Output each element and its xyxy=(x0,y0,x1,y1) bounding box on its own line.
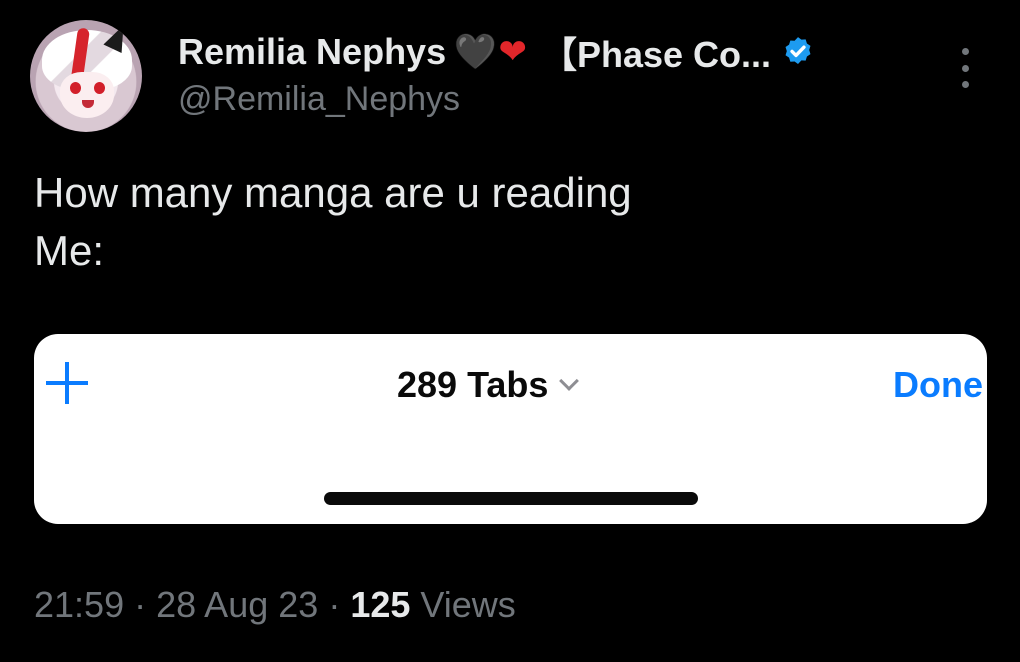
avatar[interactable] xyxy=(30,20,142,132)
tweet-line-1: How many manga are u reading xyxy=(34,169,632,216)
embedded-screenshot[interactable]: 289 Tabs Done xyxy=(34,334,987,524)
verified-badge-icon xyxy=(785,37,811,65)
meta-separator: · xyxy=(134,584,147,625)
more-dot xyxy=(961,81,969,88)
display-name-suffix: 【Phase Co... xyxy=(540,34,772,75)
author-name-row[interactable]: Remilia Nephys 🖤 ❤ 【Phase Co... xyxy=(178,30,815,75)
meta-separator: · xyxy=(328,584,341,625)
more-dot xyxy=(961,64,969,72)
plus-icon xyxy=(44,360,90,406)
tweet-line-2: Me: xyxy=(34,227,105,274)
avatar-eye-left xyxy=(70,82,81,94)
more-dot xyxy=(961,48,969,55)
done-label: Done xyxy=(893,364,983,405)
tweet-time[interactable]: 21:59 xyxy=(34,584,124,625)
tweet-date[interactable]: 28 Aug 23 xyxy=(156,584,318,625)
tab-count-label: 289 Tabs xyxy=(397,364,549,405)
more-options-icon[interactable] xyxy=(950,48,980,88)
views-label[interactable]: Views xyxy=(420,584,515,625)
display-name[interactable]: Remilia Nephys xyxy=(178,31,446,73)
views-count[interactable]: 125 xyxy=(350,584,410,625)
chevron-down-icon xyxy=(559,371,580,391)
tweet-meta: 21:59 · 28 Aug 23 · 125 Views xyxy=(34,584,516,626)
author-handle[interactable]: @Remilia_Nephys xyxy=(178,80,460,119)
avatar-face xyxy=(60,72,114,118)
home-indicator-bar xyxy=(324,492,698,505)
red-heart-icon: ❤ xyxy=(498,33,527,71)
black-heart-icon: 🖤 xyxy=(454,33,497,71)
tweet-header: Remilia Nephys 🖤 ❤ 【Phase Co... @Remilia… xyxy=(30,20,990,132)
tab-count-title: 289 Tabs xyxy=(397,364,580,406)
avatar-eye-right xyxy=(94,82,105,94)
tweet-text: How many manga are u reading Me: xyxy=(34,164,632,280)
